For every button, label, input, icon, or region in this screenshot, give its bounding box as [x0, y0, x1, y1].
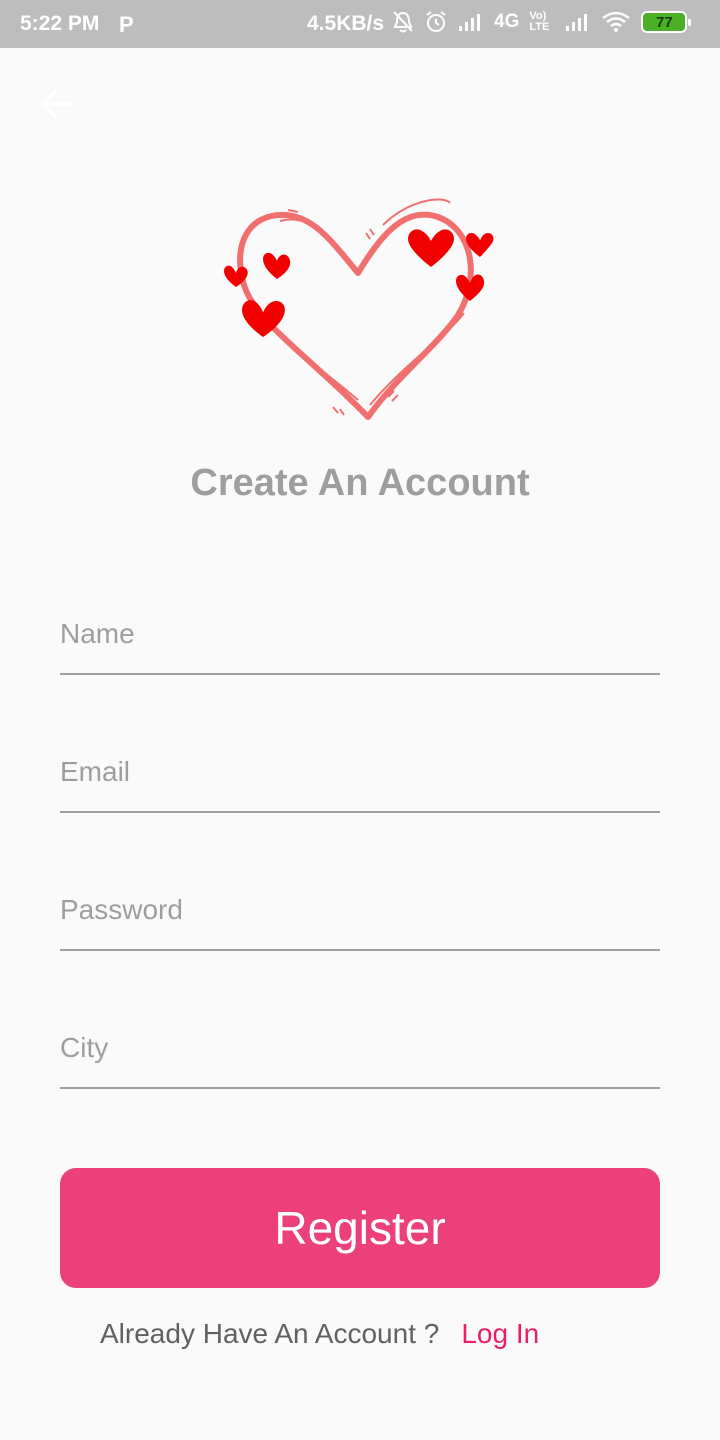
signal-icon-2 [566, 14, 588, 31]
hearts-logo-icon [224, 198, 494, 420]
login-link[interactable]: Log In [461, 1318, 539, 1350]
network-speed: 4.5KB/s [307, 12, 385, 35]
alarm-icon [426, 11, 446, 32]
network-type: 4G [494, 11, 520, 32]
login-prompt: Already Have An Account ? Log In [100, 1318, 539, 1350]
login-prompt-text: Already Have An Account ? [100, 1318, 440, 1349]
city-field[interactable] [60, 999, 660, 1089]
email-field[interactable] [60, 723, 660, 813]
battery-indicator: 77 [641, 11, 692, 33]
bell-off-icon [393, 11, 413, 33]
name-field[interactable] [60, 585, 660, 675]
city-input[interactable] [60, 999, 660, 1087]
password-field[interactable] [60, 861, 660, 951]
volte-badge: Vo) LTE [529, 10, 550, 33]
email-input[interactable] [60, 723, 660, 811]
parking-app-icon: P [119, 12, 134, 37]
status-bar: 5:22 PM P 4.5KB/s 4G Vo) LTE 77 [0, 0, 720, 48]
name-input[interactable] [60, 585, 660, 673]
signal-icon [459, 14, 480, 31]
back-button[interactable] [36, 84, 76, 124]
status-time: 5:22 PM [20, 12, 100, 35]
register-button[interactable]: Register [60, 1168, 660, 1288]
page-title: Create An Account [190, 462, 530, 504]
password-input[interactable] [60, 861, 660, 949]
arrow-left-icon [41, 90, 72, 118]
wifi-icon [602, 11, 631, 32]
status-icons: 4G Vo) LTE 77 [392, 10, 692, 34]
